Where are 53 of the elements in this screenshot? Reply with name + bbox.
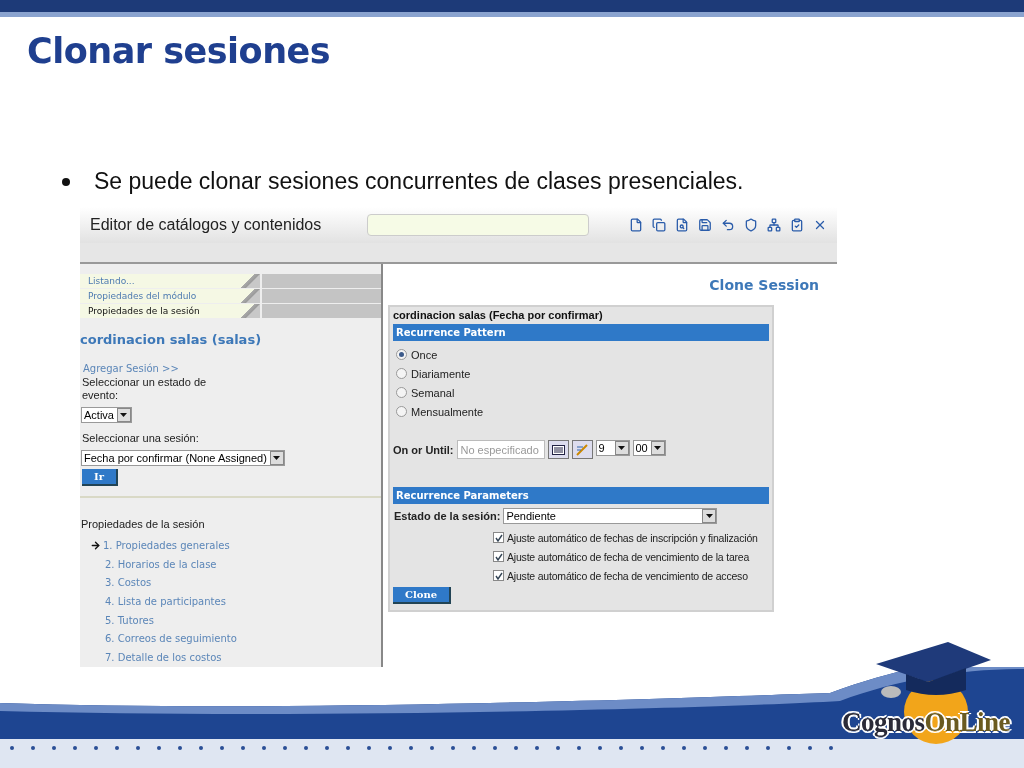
search-field[interactable]: [367, 214, 589, 236]
bullet-text: Se puede clonar sesiones concurrentes de clases presenciales.: [94, 168, 744, 195]
course-heading: cordinacion salas (salas): [80, 332, 263, 347]
radio-option[interactable]: Mensualmente: [393, 402, 769, 421]
shield-icon[interactable]: [744, 218, 758, 232]
checkbox[interactable]: [493, 570, 504, 581]
minute-select[interactable]: 00: [632, 440, 666, 456]
radio-button[interactable]: [396, 368, 407, 379]
document-icon[interactable]: [629, 218, 643, 232]
checkbox-option[interactable]: Ajuste automático de fechas de inscripción y finalización: [493, 528, 769, 547]
radio-button[interactable]: [396, 406, 407, 417]
radio-button[interactable]: [396, 349, 407, 360]
slide-title: Clonar sesiones: [27, 31, 331, 71]
radio-button[interactable]: [396, 387, 407, 398]
bullet-icon: [62, 177, 70, 186]
date-field[interactable]: No especificado: [456, 440, 545, 459]
save-icon[interactable]: [698, 218, 712, 232]
field-label: Seleccionar un estado de evento:: [82, 376, 208, 402]
checkbox[interactable]: [493, 551, 504, 562]
session-select[interactable]: Fecha por confirmar (None Assigned): [81, 450, 285, 466]
section-header: Recurrence Pattern: [393, 324, 769, 341]
clipboard-icon[interactable]: [790, 218, 804, 232]
tab[interactable]: Propiedades del módulo: [80, 289, 238, 303]
field-label: Estado de la sesión:: [394, 510, 501, 522]
hierarchy-icon[interactable]: [767, 218, 781, 232]
form-title: cordinacion salas (Fecha por confirmar): [393, 309, 604, 321]
preview-icon[interactable]: [675, 218, 689, 232]
section-title: Propiedades de la sesión: [81, 517, 206, 530]
page-heading: Clone Session: [709, 277, 819, 293]
checkbox-option[interactable]: Ajuste automático de fecha de vencimiento de acceso: [493, 566, 769, 585]
checkbox[interactable]: [493, 532, 504, 543]
pencil-icon[interactable]: [571, 440, 593, 459]
undo-icon[interactable]: [721, 218, 735, 232]
checkbox-option[interactable]: Ajuste automático de fecha de vencimiento de la tarea: [493, 547, 769, 566]
clone-button[interactable]: Clone: [393, 587, 452, 604]
section-header: Recurrence Parameters: [393, 487, 769, 504]
tab-corner: [238, 289, 260, 303]
tab-corner: [238, 274, 260, 288]
radio-option[interactable]: Diariamente: [393, 364, 769, 383]
session-status-select[interactable]: Pendiente: [503, 508, 718, 524]
tab[interactable]: Listando...: [80, 274, 238, 288]
status-select[interactable]: Activa: [81, 407, 132, 423]
tab-corner: [238, 304, 260, 318]
field-label: Seleccionar una sesión:: [82, 432, 200, 445]
tab[interactable]: Propiedades de la sesión: [80, 304, 238, 318]
close-icon[interactable]: [813, 218, 827, 232]
radio-option[interactable]: Semanal: [393, 383, 769, 402]
app-title: Editor de catálogos y contenidos: [90, 216, 323, 234]
copy-icon[interactable]: [652, 218, 666, 232]
hour-select[interactable]: 9: [595, 440, 630, 456]
radio-option[interactable]: Once: [393, 345, 769, 364]
field-label: On or Until:: [393, 443, 454, 456]
go-button[interactable]: Ir: [82, 469, 118, 486]
